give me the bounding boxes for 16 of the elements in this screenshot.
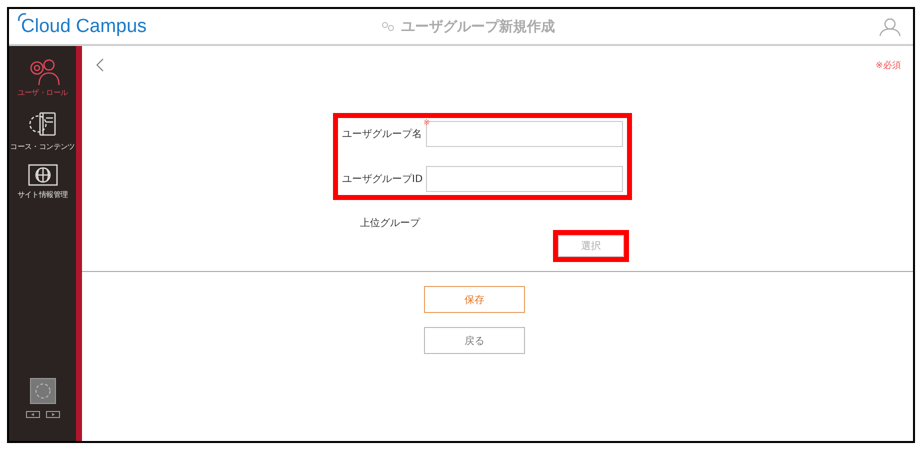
select-button[interactable]: 選択 [558,235,624,257]
settings-icon[interactable] [30,378,56,404]
save-button[interactable]: 保存 [424,286,525,313]
input-field[interactable] [426,121,623,147]
field-label: ユーザグループID [342,172,423,186]
field-label: 上位グループ [360,216,420,230]
page-title: ユーザグループ新規作成 [401,18,555,36]
back-button[interactable]: 戻る [424,327,525,354]
input-field[interactable] [426,166,623,192]
users-icon [381,20,395,32]
required-mark: ※ [423,118,430,127]
globe-icon [28,164,58,188]
required-note: ※必須 [875,60,901,72]
back-icon[interactable] [96,58,104,72]
user-icon[interactable] [879,16,901,36]
logo: Cloud Campus [19,16,351,38]
